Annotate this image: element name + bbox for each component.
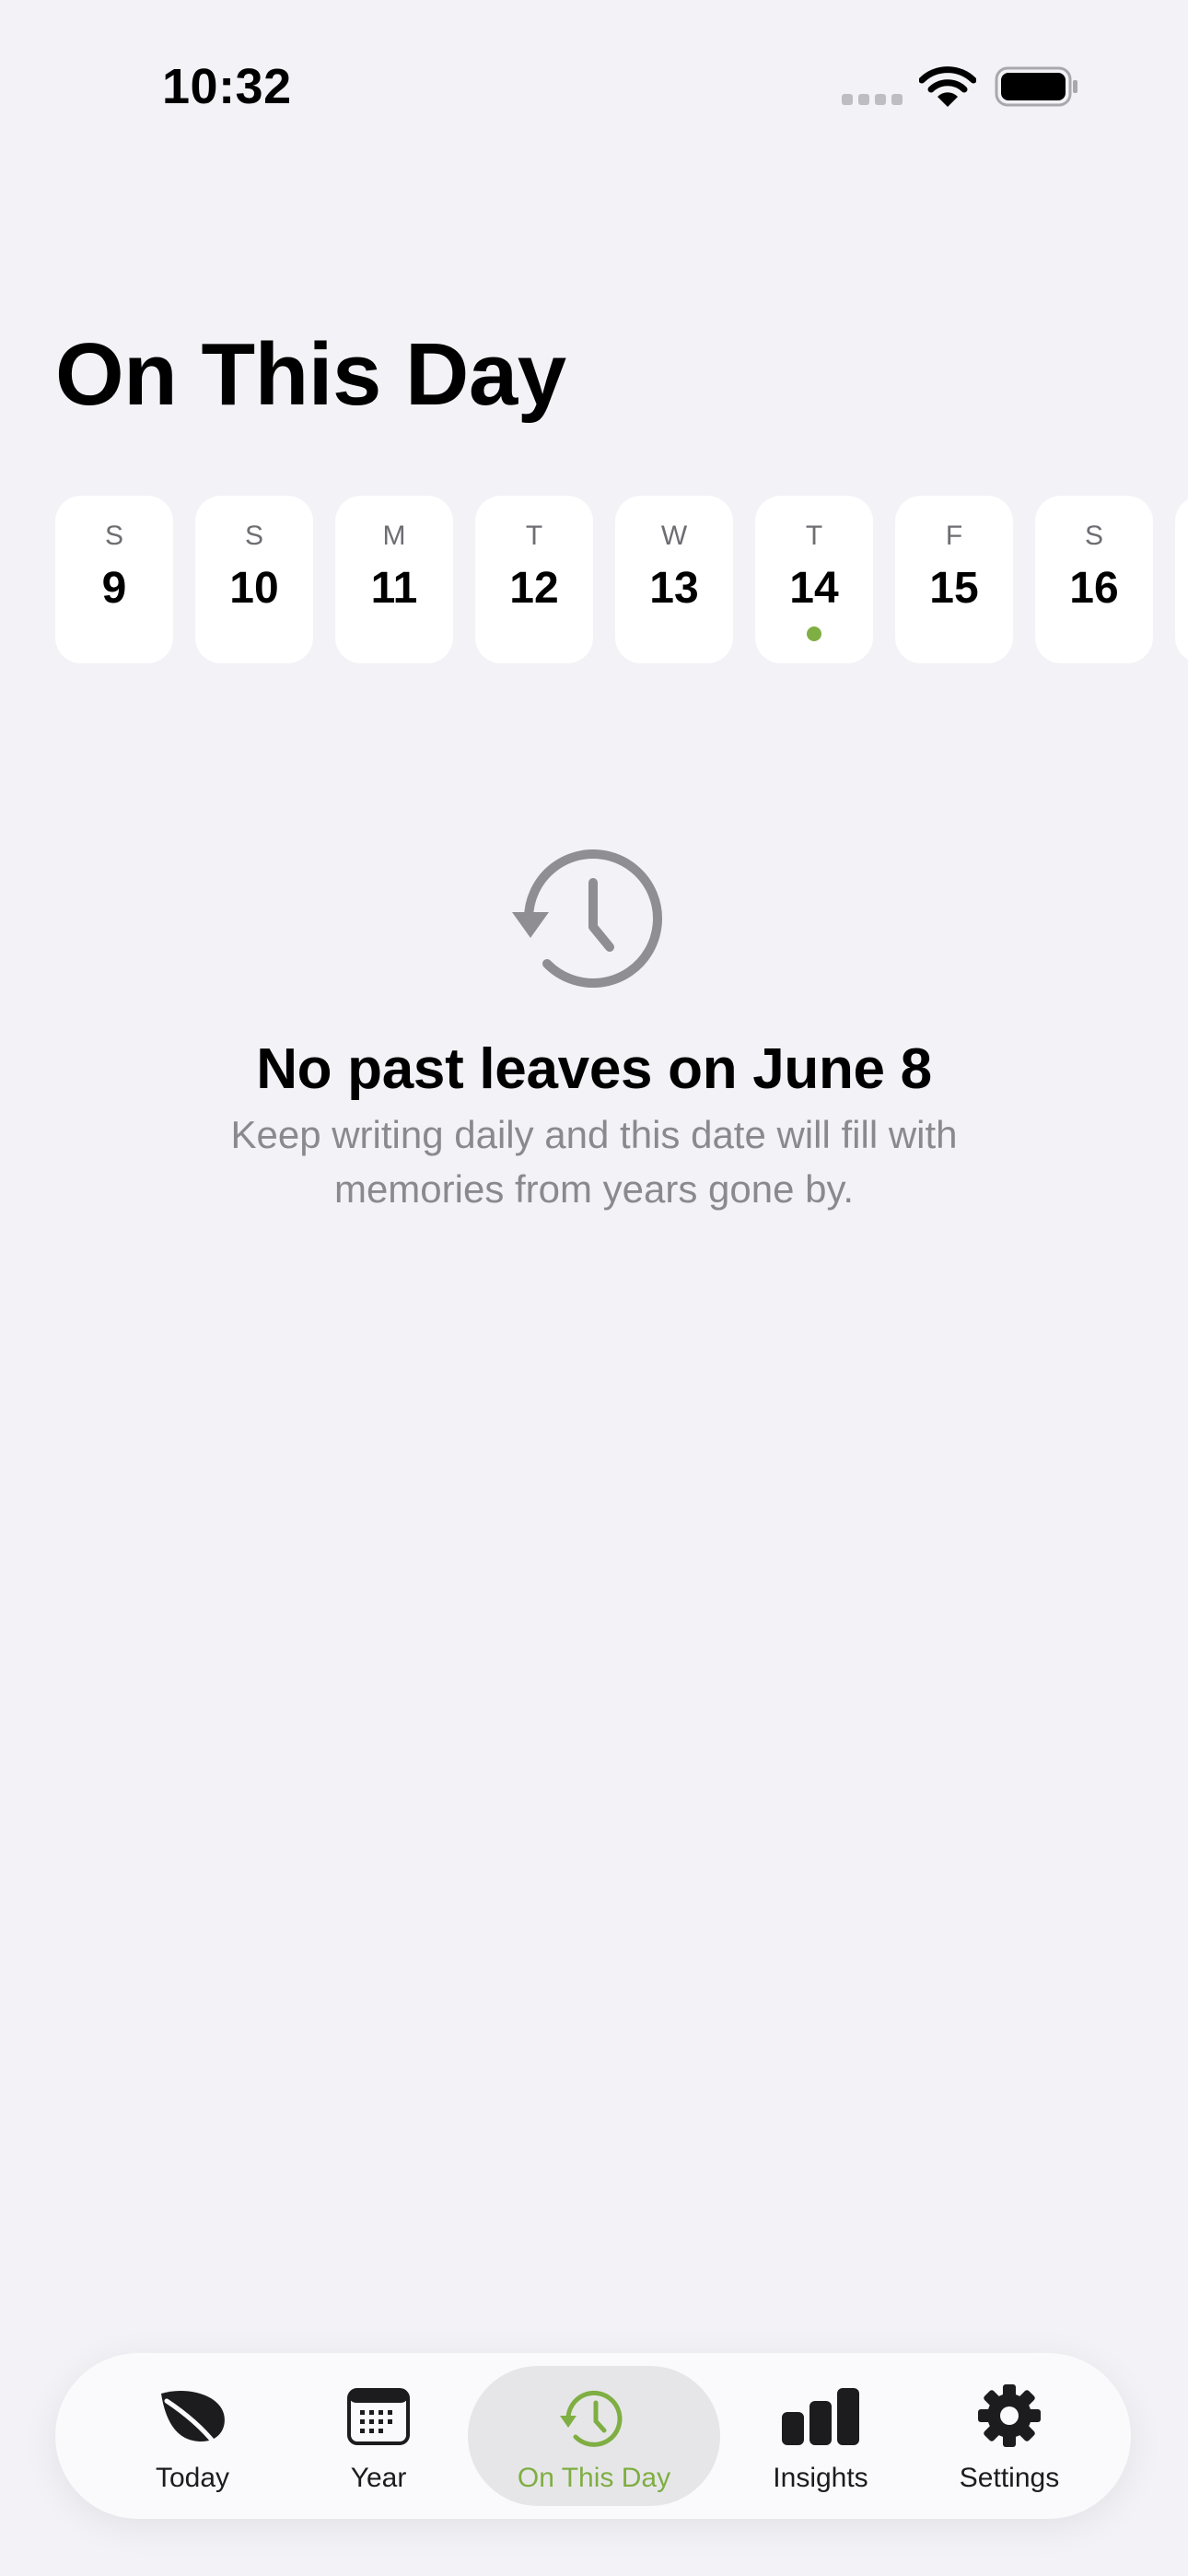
day-number: 11: [370, 564, 418, 613]
week-day-selector[interactable]: S 9 S 10 M 11 T 12 W 13 T 14 F 15 S 16: [55, 496, 1188, 663]
history-icon: [512, 849, 662, 988]
battery-icon: [995, 66, 1077, 107]
leaf-icon: [161, 2390, 225, 2445]
bar-chart-icon: [782, 2388, 859, 2445]
day-letter: T: [805, 521, 823, 551]
day-letter: S: [104, 521, 123, 551]
day-letter: W: [660, 521, 688, 551]
on-this-day-screen: 10:32 On This Day S 9 S 10 M 11 T 12 W 13 T 14 F 15 S 1…: [0, 0, 1188, 2576]
day-card[interactable]: F 15: [895, 496, 1013, 663]
day-letter: M: [382, 521, 406, 551]
calendar-icon: [347, 2388, 410, 2445]
tab-bar: Today Year On This Day Insights Settings: [55, 2353, 1131, 2519]
day-card[interactable]: S9: [55, 496, 173, 663]
cellular-signal-icon: [842, 94, 903, 107]
tab-label: On This Day: [517, 2463, 671, 2493]
day-letter: T: [525, 521, 543, 551]
tab-year[interactable]: Year: [302, 2353, 455, 2519]
day-card-partial[interactable]: [1175, 496, 1188, 663]
tab-label: Year: [350, 2463, 407, 2493]
day-number: 14: [789, 564, 839, 613]
page-title: On This Day: [55, 325, 566, 424]
day-card[interactable]: T 14: [755, 496, 873, 663]
day-number: 15: [929, 564, 979, 613]
day-card[interactable]: M 11: [335, 496, 453, 663]
status-time: 10:32: [162, 59, 292, 114]
day-letter: F: [945, 521, 963, 551]
day-number: 16: [1069, 564, 1119, 613]
day-card[interactable]: T 12: [475, 496, 593, 663]
tab-insights[interactable]: Insights: [731, 2353, 910, 2519]
day-card[interactable]: W 13: [615, 496, 733, 663]
tab-label: Insights: [773, 2463, 868, 2493]
history-icon: [560, 2390, 623, 2447]
tab-on-this-day[interactable]: On This Day: [468, 2366, 720, 2506]
tab-today[interactable]: Today: [101, 2353, 284, 2519]
wifi-icon: [919, 66, 976, 107]
day-number: 13: [649, 564, 699, 613]
tab-label: Today: [155, 2463, 230, 2493]
day-card[interactable]: S 16: [1035, 496, 1153, 663]
day-number: 10: [229, 564, 279, 613]
empty-state-title: No past leaves on June 8: [256, 1037, 932, 1101]
empty-state-message: Keep writing daily and this date will fi…: [230, 1113, 958, 1211]
day-card[interactable]: S 10: [195, 496, 313, 663]
day-letter: S: [1084, 521, 1103, 551]
entry-indicator-dot: [807, 626, 821, 641]
day-number: 9: [101, 564, 127, 613]
tab-label: Settings: [959, 2463, 1060, 2493]
day-number: 12: [509, 564, 559, 613]
tab-settings[interactable]: Settings: [925, 2353, 1094, 2519]
day-letter: S: [244, 521, 263, 551]
gear-icon: [978, 2384, 1041, 2447]
